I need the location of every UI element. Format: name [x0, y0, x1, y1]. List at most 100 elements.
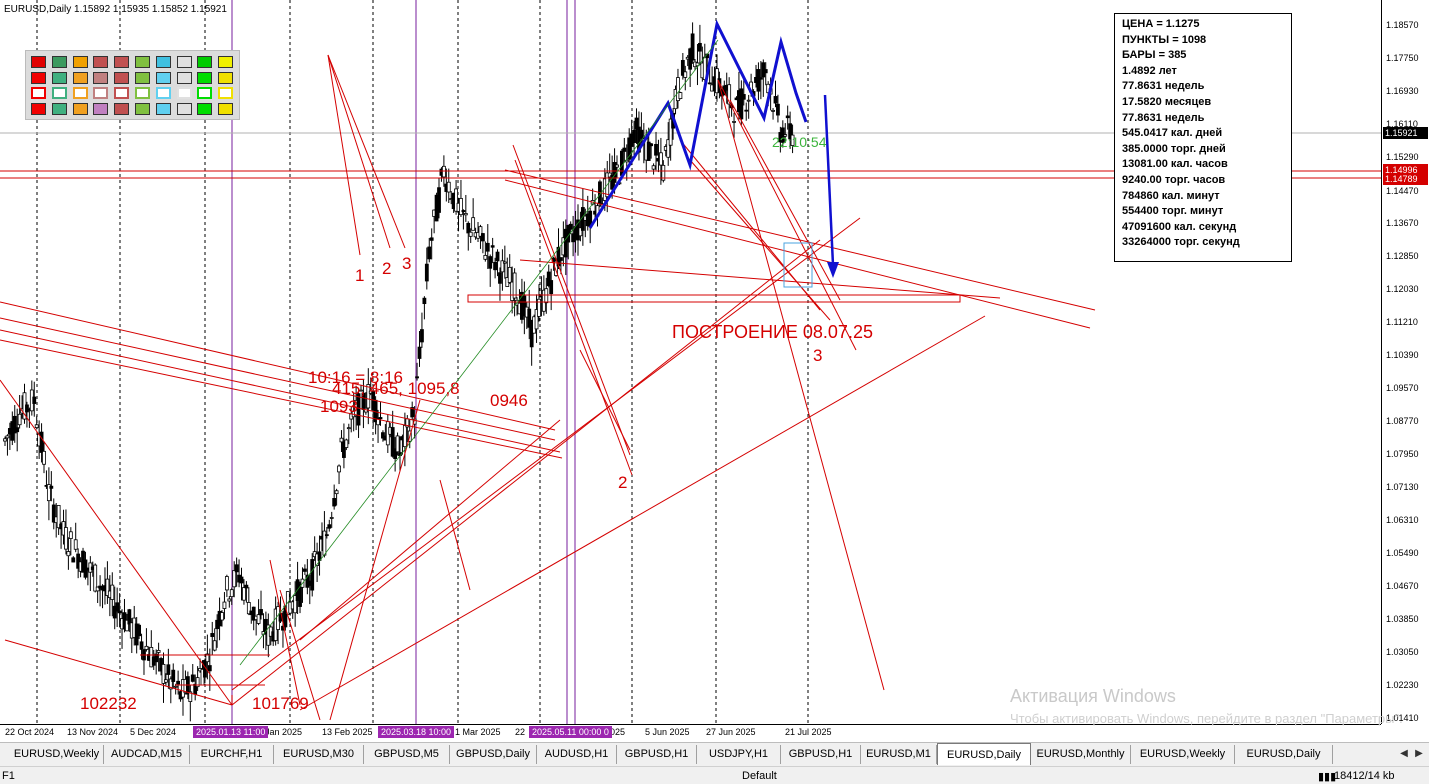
candle-body [739, 88, 744, 120]
trend-line [0, 339, 563, 459]
trend-line [327, 54, 361, 256]
palette-swatch[interactable] [155, 71, 171, 84]
candle-body [117, 610, 122, 614]
info-line: 1.4892 лет [1122, 64, 1177, 77]
time-axis[interactable]: 22 Oct 2024 13 Nov 2024 5 Dec 2024 Jan 2025… [0, 724, 1381, 743]
palette-swatch[interactable] [114, 102, 130, 115]
vertical-line-time-tag: 2025.05.11 00:00 0 [529, 726, 612, 738]
palette-swatch[interactable] [197, 87, 213, 99]
palette-swatch[interactable] [176, 102, 192, 115]
candle-body [337, 465, 341, 473]
candle-body [498, 272, 502, 284]
palette-swatch[interactable] [31, 56, 46, 68]
chart-tab[interactable]: AUDCAD,M15 [104, 745, 190, 764]
palette-swatch[interactable] [197, 102, 213, 115]
info-line: 385.0000 торг. дней [1122, 142, 1226, 155]
palette-swatch[interactable] [135, 71, 150, 84]
palette-swatch[interactable] [31, 87, 46, 99]
palette-swatch[interactable] [155, 102, 171, 115]
chart-tab[interactable]: EURUSD,Weekly [1131, 745, 1235, 764]
palette-swatch[interactable] [135, 87, 150, 99]
chart-tab[interactable]: EURUSD,M1 [861, 745, 937, 764]
palette-swatch[interactable] [176, 56, 192, 68]
candle-body [139, 641, 144, 650]
palette-swatch[interactable] [197, 71, 213, 84]
status-profile[interactable]: Default [742, 770, 777, 782]
candle-body [68, 531, 73, 539]
price-axis[interactable]: 1.18570 1.17750 1.16930 1.16110 1.15290 1.144… [1381, 0, 1429, 724]
palette-swatch[interactable] [155, 56, 171, 68]
chart-tab[interactable]: GBPUSD,Daily [450, 745, 537, 764]
palette-swatch[interactable] [31, 102, 46, 115]
candle-body [256, 614, 261, 624]
color-palette-panel[interactable] [25, 50, 240, 120]
time-tick-label: 22 [515, 727, 526, 737]
chart-tab[interactable]: GBPUSD,M5 [364, 745, 450, 764]
palette-swatch[interactable] [72, 71, 88, 84]
chart-area[interactable]: EURUSD,Daily 1.15892 1.15935 1.15852 1.1… [0, 0, 1429, 743]
tabs-scroll-right-icon[interactable]: ▶ [1412, 747, 1426, 761]
chart-tab[interactable]: EURUSD,Daily [937, 743, 1031, 765]
palette-swatch[interactable] [93, 102, 109, 115]
chart-tab[interactable]: AUDUSD,H1 [537, 745, 617, 764]
candle-body [422, 297, 427, 305]
palette-swatch[interactable] [218, 87, 234, 99]
trend-line [0, 329, 561, 453]
candle-body [507, 266, 512, 283]
wave-label-1: 1 [355, 266, 365, 285]
palette-swatch[interactable] [72, 56, 88, 68]
palette-swatch[interactable] [114, 71, 130, 84]
palette-swatch[interactable] [155, 87, 171, 99]
candle-body [690, 33, 695, 61]
chart-tab[interactable]: EURUSD,Monthly [1031, 745, 1131, 764]
palette-swatch[interactable] [114, 56, 130, 68]
tabs-scroll-left-icon[interactable]: ◀ [1397, 747, 1411, 761]
candle-body [559, 257, 563, 261]
candle-body [212, 640, 217, 651]
trend-line [299, 419, 561, 641]
palette-swatch[interactable] [93, 87, 109, 99]
price-tick-label: 1.03850 [1386, 614, 1419, 625]
candle-body [332, 498, 337, 507]
candle-body [207, 665, 212, 672]
palette-swatch[interactable] [218, 102, 234, 115]
palette-swatch[interactable] [51, 102, 67, 115]
palette-swatch[interactable] [197, 56, 213, 68]
chart-tab[interactable]: USDJPY,H1 [697, 745, 781, 764]
palette-swatch[interactable] [176, 71, 192, 84]
palette-swatch[interactable] [218, 71, 234, 84]
palette-swatch[interactable] [72, 102, 88, 115]
candle-body [127, 609, 132, 625]
palette-swatch[interactable] [135, 56, 150, 68]
palette-swatch[interactable] [93, 56, 109, 68]
palette-swatch[interactable] [31, 71, 46, 84]
palette-swatch[interactable] [51, 87, 67, 99]
palette-swatch[interactable] [51, 71, 67, 84]
candle-body [5, 435, 10, 439]
candle-body [395, 435, 400, 453]
candle-body [485, 242, 490, 252]
chart-tab[interactable]: GBPUSD,H1 [781, 745, 861, 764]
chart-tab[interactable]: EURCHF,H1 [190, 745, 274, 764]
palette-swatch[interactable] [72, 87, 88, 99]
time-tick-label: 13 Nov 2024 [67, 727, 119, 737]
chart-tab[interactable]: EURUSD,Daily [1235, 745, 1333, 764]
palette-swatch[interactable] [218, 56, 234, 68]
forecast-arrow [823, 94, 835, 266]
candle-body [339, 437, 344, 443]
chart-tab[interactable]: GBPUSD,H1 [617, 745, 697, 764]
chart-tab[interactable]: EURUSD,M30 [274, 745, 364, 764]
price-tick-label: 1.07950 [1386, 448, 1419, 459]
candle-body [259, 609, 263, 616]
candle-body [427, 246, 432, 260]
candle-body [471, 217, 476, 231]
chart-tab[interactable]: EURUSD,Weekly [10, 745, 104, 764]
vertical-line-time-tag: 2025.01.13 11:00 [193, 726, 269, 738]
palette-swatch[interactable] [176, 87, 192, 99]
palette-swatch[interactable] [135, 102, 150, 115]
info-line: ПУНКТЫ = 1098 [1122, 33, 1207, 46]
price-tick-label: 1.14470 [1386, 185, 1419, 196]
palette-swatch[interactable] [51, 56, 67, 68]
palette-swatch[interactable] [93, 71, 109, 84]
palette-swatch[interactable] [114, 87, 130, 99]
